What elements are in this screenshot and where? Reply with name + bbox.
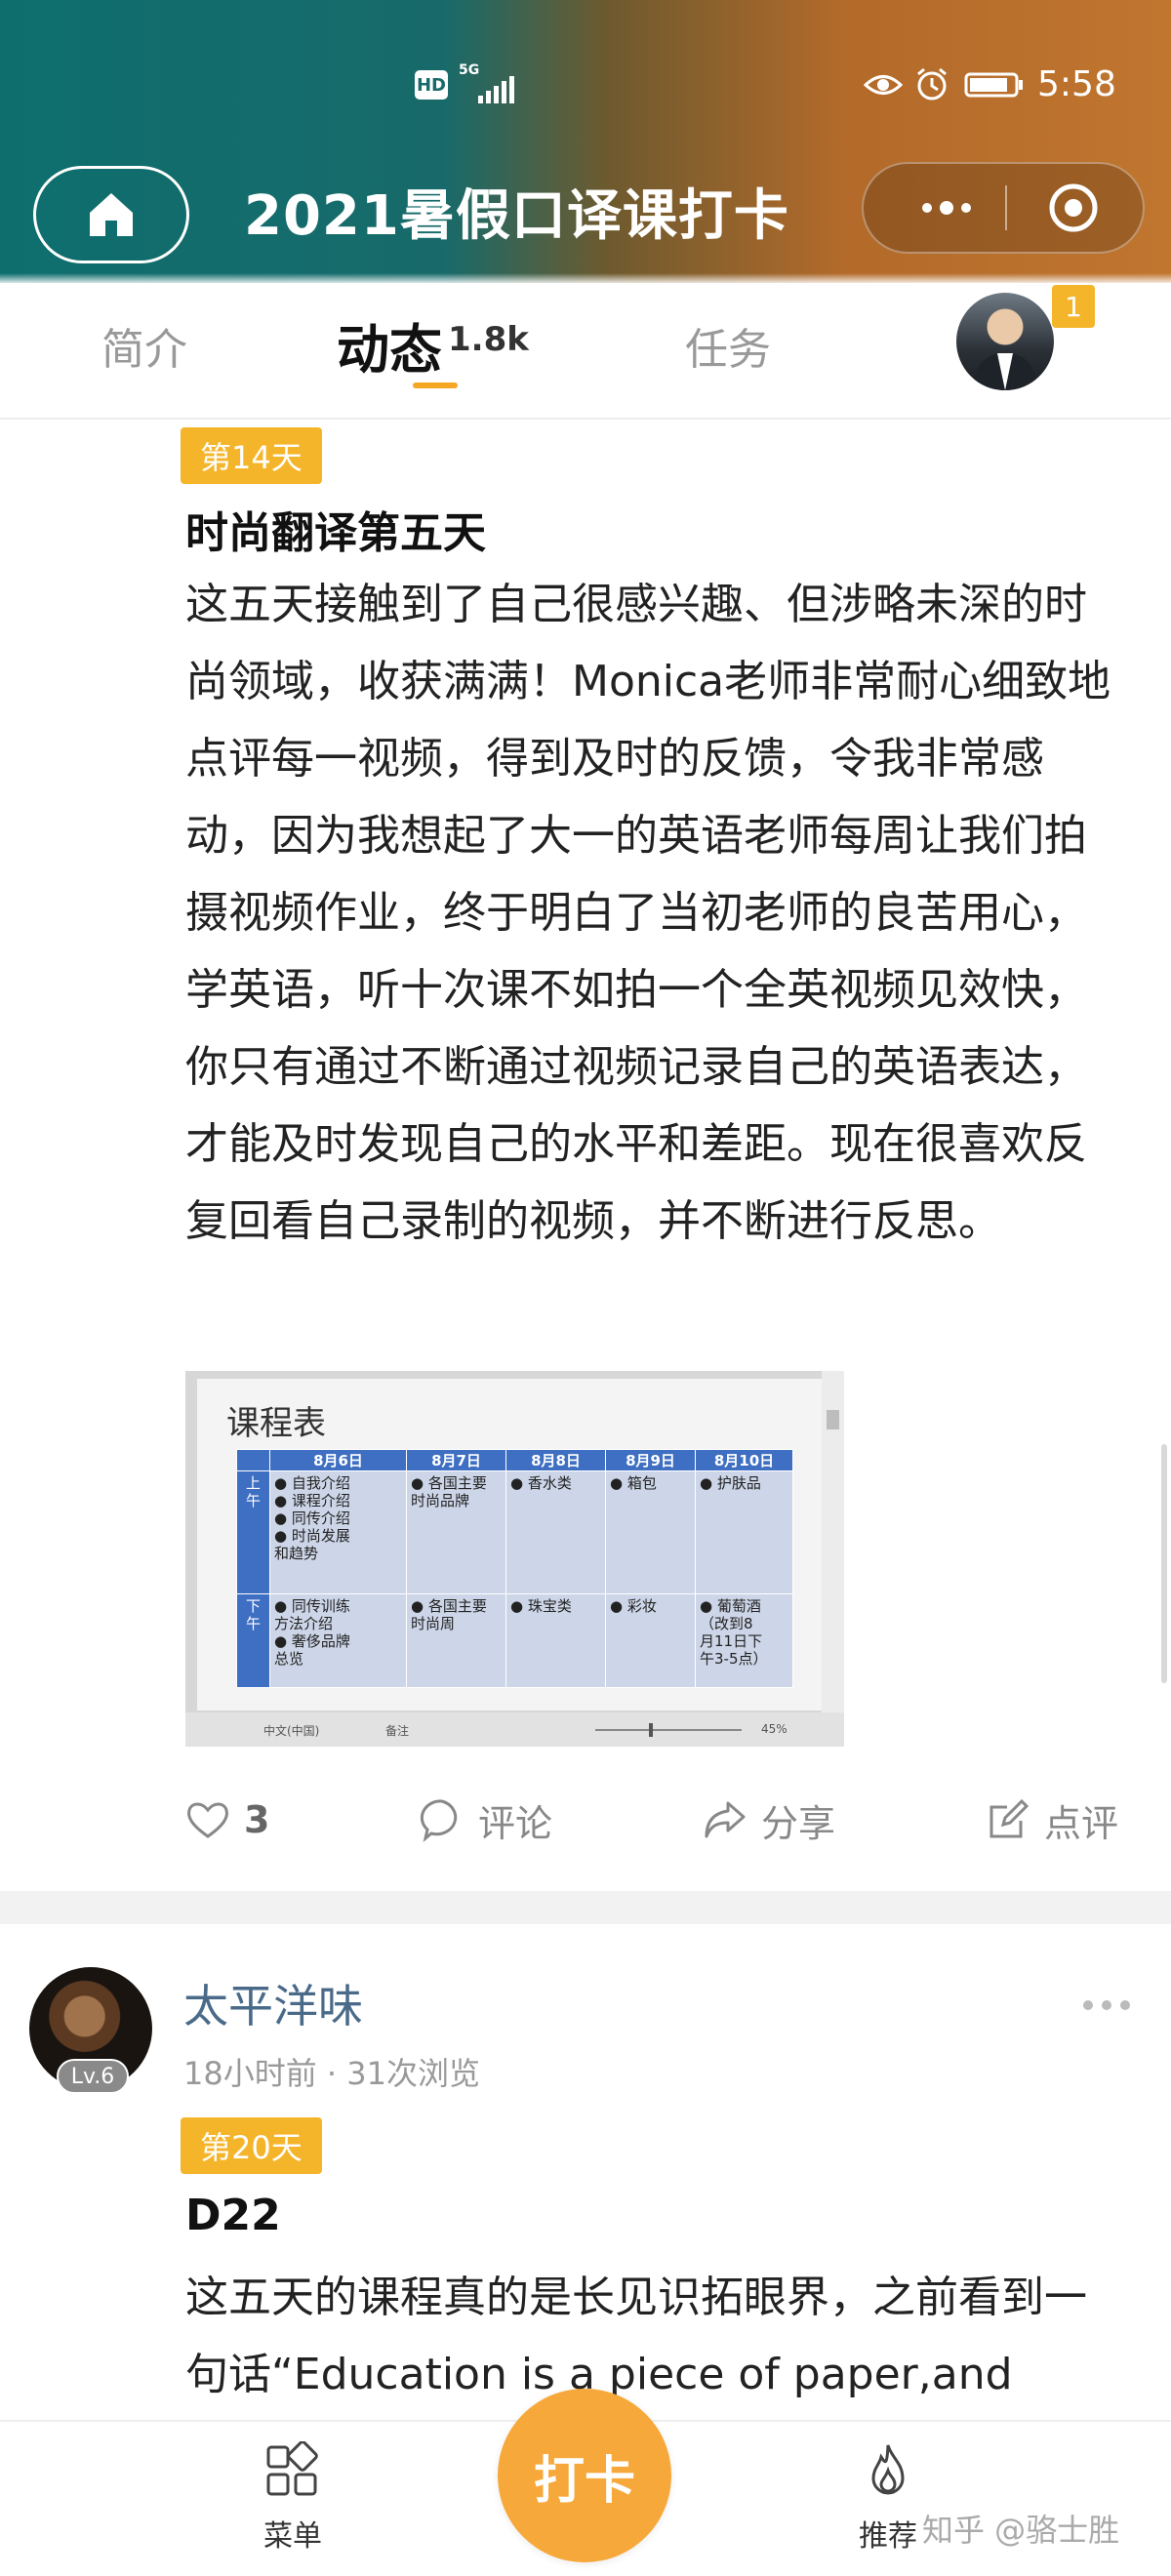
table-header: 8月8日 [505,1449,606,1471]
post-more-button[interactable] [1083,1991,1138,2020]
post-meta: 18小时前 · 31次浏览 [183,2055,480,2092]
slide-statusbar: 中文(中国) 备注 45% [185,1712,844,1747]
table-cell: ● 葡萄酒 （改到8 月11日下 午3-5点） [695,1593,793,1688]
post-separator [0,1891,1171,1924]
language-indicator: 中文(中国) [263,1724,320,1738]
clock: 5:58 [1037,64,1116,104]
eye-icon [864,75,903,95]
table-cell: ● 自我介绍 ● 课程介绍 ● 同传介绍 ● 时尚发展 和趋势 [269,1470,407,1594]
slide-title: 课程表 [226,1404,326,1443]
nav-menu[interactable]: 菜单 [244,2440,342,2558]
page-title: 2021暑假口译课打卡 [244,184,789,248]
hd-badge: HD [415,70,448,100]
comment-icon [420,1799,458,1842]
tab-feed-label: 动态 [337,319,442,381]
review-button[interactable]: 点评 [986,1786,1118,1854]
notes-label: 备注 [385,1724,410,1738]
table-header: 8月10日 [695,1449,793,1471]
comment-label: 评论 [478,1801,553,1845]
notification-badge: 1 [1052,285,1095,328]
alarm-icon [917,67,947,101]
signal-icon: 5G [459,62,517,103]
more-dots-icon [922,201,971,215]
share-icon [705,1801,746,1838]
table-cell: ● 香水类 [505,1470,606,1594]
more-menu-button[interactable] [903,164,990,252]
like-count: 3 [244,1798,270,1841]
flame-icon [871,2444,905,2495]
table-cell: ● 珠宝类 [505,1593,606,1688]
grid-menu-icon [266,2440,318,2496]
row-label: 上午 [236,1470,270,1594]
like-button[interactable]: 3 [185,1786,269,1854]
slide-page: 课程表 8月6日 8月7日 8月8日 8月9日 8月10日 上午 ● 自我介绍 ●… [197,1379,822,1711]
table-header: 8月7日 [406,1449,506,1471]
post-title: 时尚翻译第五天 [185,508,486,558]
share-label: 分享 [761,1801,836,1845]
post-image[interactable]: 课程表 8月6日 8月7日 8月8日 8月9日 8月10日 上午 ● 自我介绍 ●… [185,1371,844,1747]
day-tag: 第20天 [181,2117,322,2174]
table-cell: ● 各国主要 时尚周 [406,1593,506,1688]
tab-feed[interactable]: 动态 1.8k [337,306,529,383]
zoom-slider [595,1723,742,1737]
table-cell: ● 彩妆 [605,1593,696,1688]
feed-count: 1.8k [448,320,529,359]
tab-bar: 简介 动态 1.8k 任务 1 [0,285,1171,420]
status-bar: HD 5G 5:58 [0,59,1171,107]
day-tag: 第14天 [181,427,322,484]
review-label: 点评 [1044,1801,1119,1845]
tab-task[interactable]: 任务 [685,314,771,377]
table-header: 8月9日 [605,1449,696,1471]
table-cell: ● 各国主要 时尚品牌 [406,1470,506,1594]
target-icon [1049,183,1098,232]
page-scrollbar [1161,1444,1167,1683]
checkin-button[interactable]: 打卡 [498,2389,671,2562]
zoom-level: 45% [761,1722,787,1736]
slide-scrollbar [822,1371,844,1712]
share-button[interactable]: 分享 [703,1786,835,1854]
table-header: 8月6日 [269,1449,407,1471]
tab-intro[interactable]: 简介 [101,314,187,377]
tab-active-indicator [413,382,458,388]
miniprogram-capsule [862,162,1145,254]
heart-icon [187,1802,228,1838]
table-cell: ● 同传训练 方法介绍 ● 奢侈品牌 总览 [269,1593,407,1688]
user-avatar[interactable] [956,293,1054,390]
post-title: D22 [185,2191,281,2240]
nav-menu-label: 菜单 [263,2519,322,2554]
author-name[interactable]: 太平洋味 [183,1971,363,2035]
corner-cell [236,1449,270,1471]
home-icon [90,193,133,236]
network-type: 5G [459,62,480,78]
level-badge: Lv.6 [57,2059,129,2094]
edit-icon [989,1798,1030,1838]
schedule-table: 8月6日 8月7日 8月8日 8月9日 8月10日 上午 ● 自我介绍 ● 课程介… [236,1449,793,1688]
comment-button[interactable]: 评论 [420,1786,552,1854]
close-miniprogram-button[interactable] [1030,164,1117,252]
watermark: 知乎 @骆士胜 [922,2512,1120,2549]
post-body: 这五天的课程真的是长见识拓眼界，之前看到一句话“Education is a p… [185,2273,1087,2399]
row-label: 下午 [236,1593,270,1688]
post-body: 这五天接触到了自己很感兴趣、但涉略未深的时尚领域，收获满满！Monica老师非常… [185,580,1111,1246]
home-button[interactable] [33,166,189,263]
top-header: HD 5G 5:58 2021暑假口译课打卡 [0,0,1171,283]
battery-icon [964,72,1023,98]
post-actions: 3 评论 分享 点评 [185,1786,1122,1854]
capsule-divider [1005,185,1007,230]
table-cell: ● 箱包 [605,1470,696,1594]
table-cell: ● 护肤品 [695,1470,793,1594]
